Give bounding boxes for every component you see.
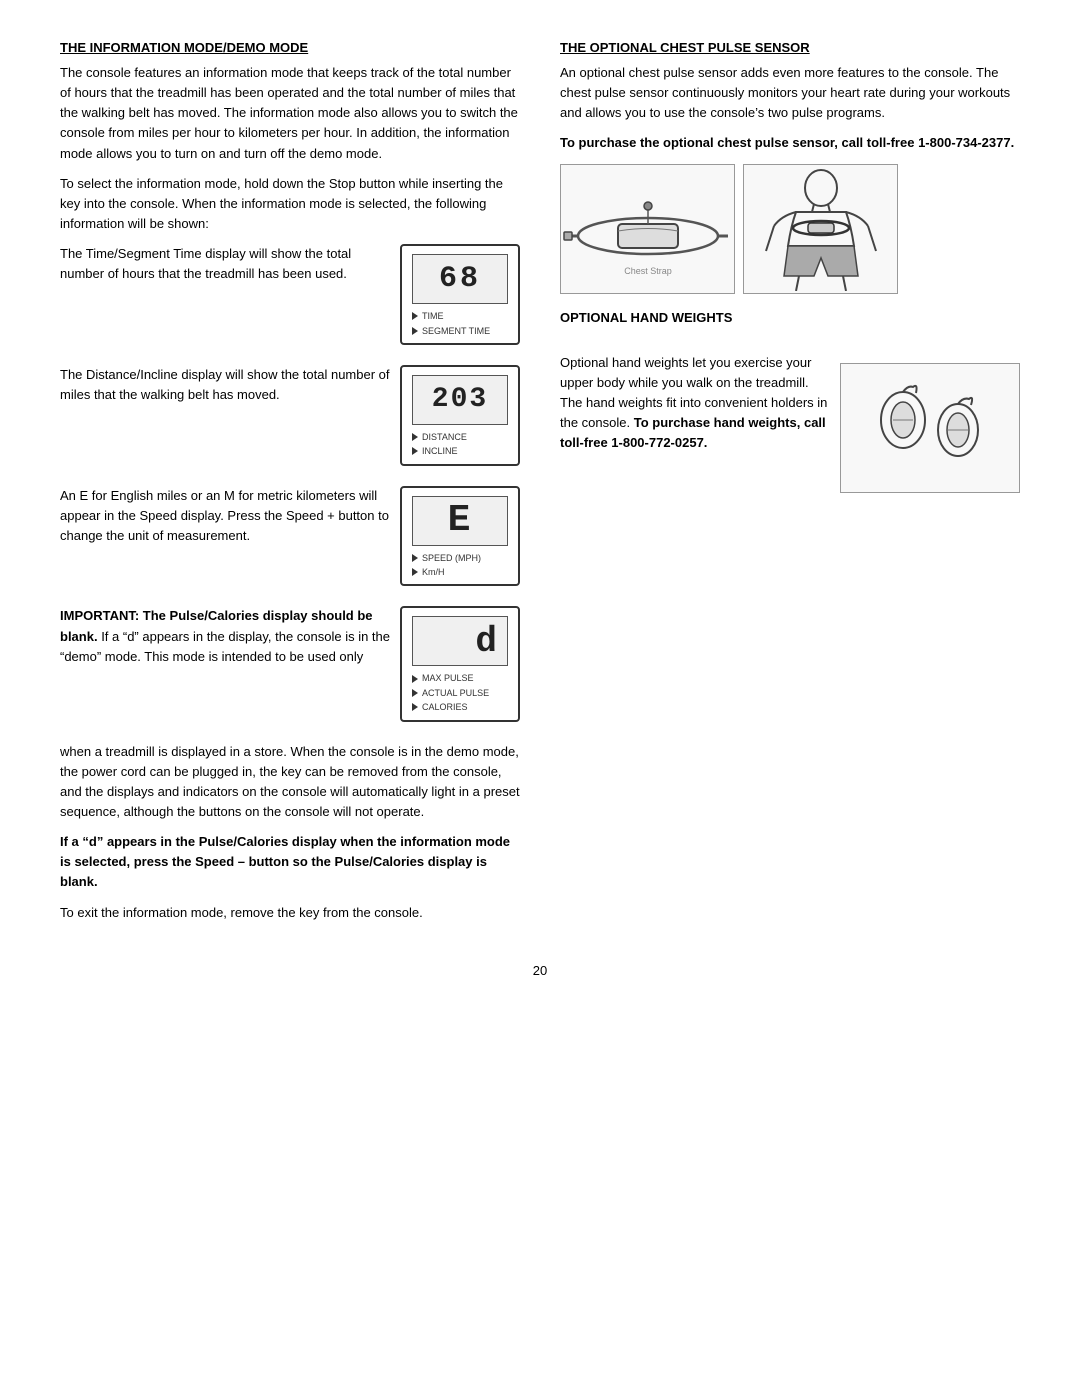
label-speed-text: SPEED (MPH) <box>422 551 481 565</box>
display4-value: d <box>475 621 499 662</box>
hand-weights-heading: OPTIONAL HAND WEIGHTS <box>560 308 1020 328</box>
arrow-icon-kmh <box>412 568 418 576</box>
label-actualpulse-text: ACTUAL PULSE <box>422 686 489 700</box>
display4-box-wrap: d MAX PULSE ACTUAL PULSE <box>400 606 520 721</box>
label-incline-text: INCLINE <box>422 444 458 458</box>
display3-screen: E <box>412 496 508 546</box>
page-number: 20 <box>60 963 1020 978</box>
display4-label-maxpulse: MAX PULSE <box>412 671 508 685</box>
page-container: THE INFORMATION MODE/DEMO MODE The conso… <box>60 40 1020 978</box>
chest-strap-svg: Chest Strap <box>563 166 733 291</box>
label-calories-text: CALORIES <box>422 700 468 714</box>
arrow-icon-segtime <box>412 327 418 335</box>
svg-text:Chest Strap: Chest Strap <box>624 266 672 276</box>
display3-labels: SPEED (MPH) Km/H <box>412 551 508 580</box>
para-exit: To exit the information mode, remove the… <box>60 903 520 923</box>
label-time-text: TIME <box>422 309 444 323</box>
display4-label-calories: CALORIES <box>412 700 508 714</box>
display4-label-actualpulse: ACTUAL PULSE <box>412 686 508 700</box>
display3-text: An E for English miles or an M for metri… <box>60 486 400 546</box>
label-dist-text: DISTANCE <box>422 430 467 444</box>
label-kmh-text: Km/H <box>422 565 445 579</box>
hand-weights-svg <box>843 365 1018 490</box>
display-row-distance: The Distance/Incline display will show t… <box>60 365 520 466</box>
display1-value: 68 <box>439 262 481 296</box>
para-demo-bold: If a “d” appears in the Pulse/Calories d… <box>60 832 520 892</box>
info-mode-para2: To select the information mode, hold dow… <box>60 174 520 234</box>
display2-value: 203 <box>432 384 488 415</box>
hand-weights-section: Optional hand weights let you exercise y… <box>560 353 1020 493</box>
display3-value: E <box>448 499 473 542</box>
arrow-icon-speed <box>412 554 418 562</box>
arrow-icon-calories <box>412 703 418 711</box>
left-column: THE INFORMATION MODE/DEMO MODE The conso… <box>60 40 520 933</box>
page-number-text: 20 <box>533 963 547 978</box>
arrow-icon-dist <box>412 433 418 441</box>
display4-text: IMPORTANT: The Pulse/Calories display sh… <box>60 606 400 666</box>
display2-labels: DISTANCE INCLINE <box>412 430 508 459</box>
right-column: THE OPTIONAL CHEST PULSE SENSOR An optio… <box>560 40 1020 933</box>
display1-label-time: TIME <box>412 309 508 323</box>
hand-weights-text-area: Optional hand weights let you exercise y… <box>560 353 828 464</box>
display1-label-segtime: SEGMENT TIME <box>412 324 508 338</box>
display-row-time: The Time/Segment Time display will show … <box>60 244 520 345</box>
display2-screen: 203 <box>412 375 508 425</box>
main-content: THE INFORMATION MODE/DEMO MODE The conso… <box>60 40 1020 933</box>
display4-screen: d <box>412 616 508 666</box>
info-mode-para1: The console features an information mode… <box>60 63 520 164</box>
chest-para2: To purchase the optional chest pulse sen… <box>560 133 1020 153</box>
display3-label-kmh: Km/H <box>412 565 508 579</box>
chest-person-svg <box>746 166 896 291</box>
arrow-icon-time <box>412 312 418 320</box>
display4-labels: MAX PULSE ACTUAL PULSE CALORIES <box>412 671 508 714</box>
display1-box-wrap: 68 TIME SEGMENT TIME <box>400 244 520 345</box>
para-demo-bold-text: If a “d” appears in the Pulse/Calories d… <box>60 834 510 889</box>
display1-box: 68 TIME SEGMENT TIME <box>400 244 520 345</box>
arrow-icon-maxpulse <box>412 675 418 683</box>
chest-para2-bold: To purchase the optional chest pulse sen… <box>560 135 1014 150</box>
display1-screen: 68 <box>412 254 508 304</box>
display3-label-speed: SPEED (MPH) <box>412 551 508 565</box>
display-row-speed: An E for English miles or an M for metri… <box>60 486 520 587</box>
info-mode-heading: THE INFORMATION MODE/DEMO MODE <box>60 40 520 55</box>
display-row-pulse: IMPORTANT: The Pulse/Calories display sh… <box>60 606 520 721</box>
label-maxpulse-text: MAX PULSE <box>422 671 474 685</box>
chest-para1: An optional chest pulse sensor adds even… <box>560 63 1020 123</box>
display2-label-dist: DISTANCE <box>412 430 508 444</box>
display4-box: d MAX PULSE ACTUAL PULSE <box>400 606 520 721</box>
display2-text: The Distance/Incline display will show t… <box>60 365 400 405</box>
chest-strap-image: Chest Strap <box>560 164 735 294</box>
display2-label-incline: INCLINE <box>412 444 508 458</box>
hand-weights-image <box>840 363 1020 493</box>
hand-para1: Optional hand weights let you exercise y… <box>560 353 828 454</box>
arrow-icon-actualpulse <box>412 689 418 697</box>
chest-sensor-images: Chest Strap <box>560 164 1020 294</box>
display2-box: 203 DISTANCE INCLINE <box>400 365 520 466</box>
display3-box-wrap: E SPEED (MPH) Km/H <box>400 486 520 587</box>
label-segtime-text: SEGMENT TIME <box>422 324 490 338</box>
display1-labels: TIME SEGMENT TIME <box>412 309 508 338</box>
display4-text-after: If a “d” appears in the display, the con… <box>60 629 390 664</box>
display1-text: The Time/Segment Time display will show … <box>60 244 400 284</box>
display2-box-wrap: 203 DISTANCE INCLINE <box>400 365 520 466</box>
hand-weights-heading-text: OPTIONAL HAND WEIGHTS <box>560 310 732 325</box>
arrow-icon-incline <box>412 447 418 455</box>
display3-box: E SPEED (MPH) Km/H <box>400 486 520 587</box>
chest-person-image <box>743 164 898 294</box>
para-demo: when a treadmill is displayed in a store… <box>60 742 520 823</box>
chest-sensor-heading: THE OPTIONAL CHEST PULSE SENSOR <box>560 40 1020 55</box>
